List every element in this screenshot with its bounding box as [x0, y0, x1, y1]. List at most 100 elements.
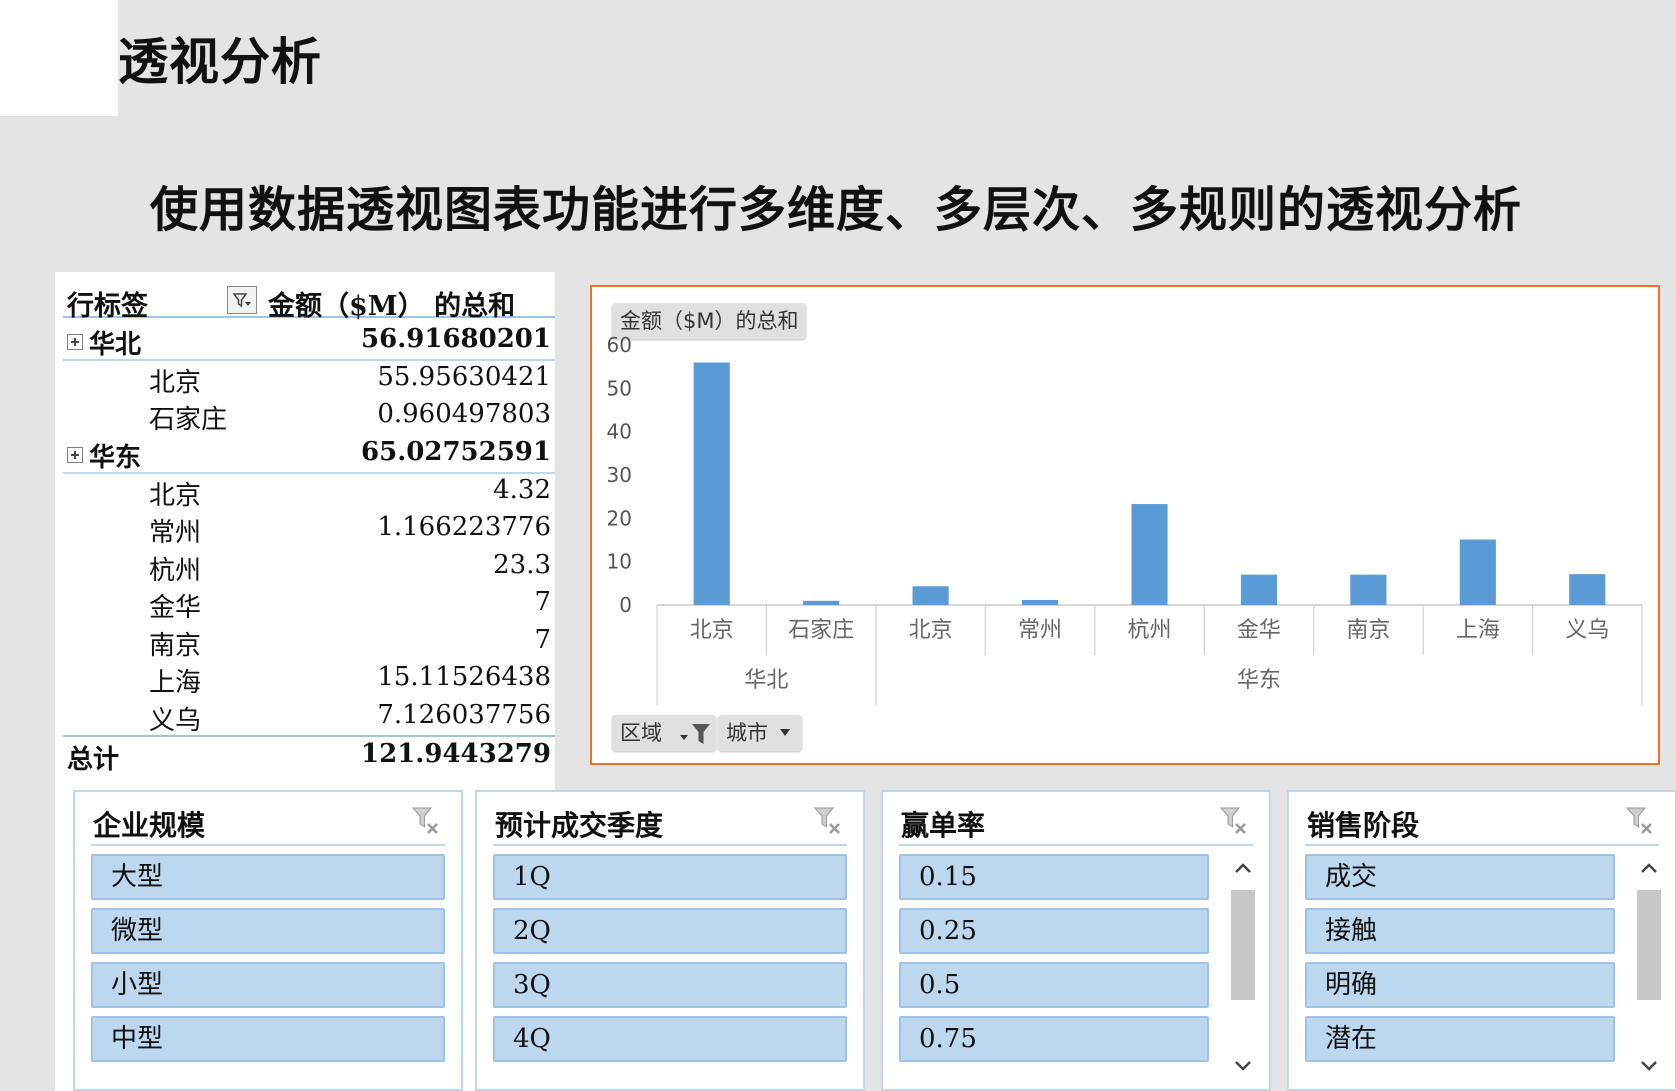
bar — [912, 586, 949, 605]
slicer-win-rate: 赢单率 0.15 0.25 0.5 0.75 — [881, 790, 1271, 1091]
pivot-item-row: 金华 7 — [63, 585, 555, 623]
clear-filter-button[interactable] — [411, 806, 441, 840]
item-label: 义乌 — [149, 706, 202, 736]
slicer-separator — [91, 844, 445, 846]
item-value: 7.126037756 — [377, 700, 551, 730]
scroll-down-icon[interactable] — [1633, 1050, 1665, 1080]
clear-filter-button[interactable] — [1625, 806, 1655, 840]
pivot-item-row: 义乌 7.126037756 — [63, 698, 555, 736]
scroll-up-icon[interactable] — [1227, 854, 1259, 884]
slicer-separator — [899, 844, 1253, 846]
slicer-item[interactable]: 小型 — [91, 962, 445, 1008]
group-label: 华东 — [1237, 668, 1281, 693]
bar — [1021, 599, 1059, 605]
slicer-separator — [493, 844, 847, 846]
slicer-title: 预计成交季度 — [495, 809, 664, 842]
slicer-item[interactable]: 0.75 — [899, 1016, 1209, 1062]
slicer-item[interactable]: 4Q — [493, 1016, 847, 1062]
slicer-company-size: 企业规模 大型 微型 小型 中型 — [73, 790, 463, 1091]
scroll-down-icon[interactable] — [1227, 1050, 1259, 1080]
slicer-item[interactable]: 潜在 — [1305, 1016, 1615, 1062]
category-label: 金华 — [1237, 618, 1281, 643]
item-value: 55.95630421 — [377, 362, 551, 392]
slicer-item[interactable]: 成交 — [1305, 854, 1615, 900]
pivot-item-row: 北京 55.95630421 — [63, 360, 555, 398]
region-field-button[interactable]: 区域 — [612, 715, 716, 751]
slicer-item[interactable]: 0.25 — [899, 908, 1209, 954]
slicer-sales-stage: 销售阶段 成交 接触 明确 潜在 — [1287, 790, 1676, 1091]
slicer-title: 赢单率 — [901, 809, 986, 842]
group-label: 华北 — [89, 330, 142, 360]
pivot-group-row[interactable]: 华东 65.02752591 — [63, 435, 555, 474]
item-label: 南京 — [149, 631, 202, 661]
grand-total-label: 总计 — [67, 745, 120, 775]
category-label: 杭州 — [1127, 618, 1171, 643]
scroll-thumb[interactable] — [1231, 890, 1255, 1000]
group-total: 65.02752591 — [361, 437, 551, 467]
item-value: 4.32 — [493, 475, 551, 505]
slicer-item[interactable]: 中型 — [91, 1016, 445, 1062]
clear-filter-icon — [1219, 807, 1246, 834]
slicer-title: 销售阶段 — [1307, 809, 1420, 842]
grand-total-value: 121.9443279 — [361, 739, 551, 769]
expand-toggle-icon[interactable] — [67, 334, 83, 350]
bar — [1350, 574, 1387, 605]
y-tick-label: 0 — [619, 593, 632, 617]
page-subtitle: 使用数据透视图表功能进行多维度、多层次、多规则的透视分析 — [150, 182, 1523, 238]
item-label: 杭州 — [149, 556, 202, 586]
filter-applied-icon — [680, 724, 710, 744]
slicer-item[interactable]: 1Q — [493, 854, 847, 900]
category-label: 北京 — [909, 618, 953, 643]
category-label: 上海 — [1456, 618, 1500, 643]
clear-filter-button[interactable] — [1219, 806, 1249, 840]
item-value: 1.166223776 — [377, 512, 551, 542]
clear-filter-icon — [813, 807, 840, 834]
clear-filter-button[interactable] — [813, 806, 843, 840]
item-label: 金华 — [149, 593, 202, 623]
group-total: 56.91680201 — [361, 324, 551, 354]
y-tick-label: 50 — [607, 376, 632, 400]
item-label: 北京 — [149, 368, 202, 398]
bar-chart-svg: 0 10 20 30 40 50 60 北京 石家庄 北京 常州 杭州 金华 南京 上海 义乌华北 华东 — [607, 333, 1643, 705]
item-label: 北京 — [149, 481, 202, 511]
bar — [1131, 504, 1168, 605]
clear-filter-icon — [411, 807, 438, 834]
item-value: 7 — [534, 625, 551, 655]
slicer-item[interactable]: 2Q — [493, 908, 847, 954]
pivot-group-row[interactable]: 华北 56.91680201 — [63, 322, 555, 361]
bar — [1240, 574, 1278, 605]
pivot-chart[interactable]: 金额（$M）的总和 0 10 20 30 40 50 60 北京 石家庄 北京 常州 杭州 金华 南京 上海… — [590, 285, 1660, 765]
slicer-item[interactable]: 0.5 — [899, 962, 1209, 1008]
slicer-item[interactable]: 0.15 — [899, 854, 1209, 900]
slicer-expected-quarter: 预计成交季度 1Q 2Q 3Q 4Q — [475, 790, 865, 1091]
slicer-separator — [1305, 844, 1659, 846]
slicer-item[interactable]: 接触 — [1305, 908, 1615, 954]
slicer-item[interactable]: 3Q — [493, 962, 847, 1008]
group-label: 华北 — [744, 668, 788, 693]
city-field-button[interactable]: 城市 — [718, 715, 802, 751]
slicer-scrollbar[interactable] — [1633, 854, 1665, 1080]
slicer-scrollbar[interactable] — [1227, 854, 1259, 1080]
scroll-up-icon[interactable] — [1633, 854, 1665, 884]
slicer-item[interactable]: 微型 — [91, 908, 445, 954]
item-value: 0.960497803 — [377, 399, 551, 429]
filter-dropdown-icon — [232, 293, 251, 308]
clear-filter-icon — [1625, 807, 1652, 834]
category-label: 南京 — [1346, 618, 1390, 643]
row-filter-button[interactable] — [227, 286, 257, 314]
y-tick-label: 20 — [607, 506, 632, 530]
pivot-header: 行标签 金额（$M） 的总和 — [63, 280, 555, 322]
pivot-item-row: 北京 4.32 — [63, 473, 555, 511]
scroll-thumb[interactable] — [1637, 890, 1661, 1000]
category-label: 常州 — [1018, 618, 1062, 643]
item-label: 上海 — [149, 668, 202, 698]
item-label: 常州 — [149, 518, 202, 548]
pivot-item-row: 杭州 23.3 — [63, 548, 555, 586]
slicer-item[interactable]: 明确 — [1305, 962, 1615, 1008]
expand-toggle-icon[interactable] — [67, 447, 83, 463]
pivot-item-row: 常州 1.166223776 — [63, 510, 555, 548]
slicer-item[interactable]: 大型 — [91, 854, 445, 900]
page-title: 透视分析 — [118, 33, 322, 91]
dropdown-arrow-icon — [780, 729, 790, 736]
bar — [803, 600, 840, 605]
